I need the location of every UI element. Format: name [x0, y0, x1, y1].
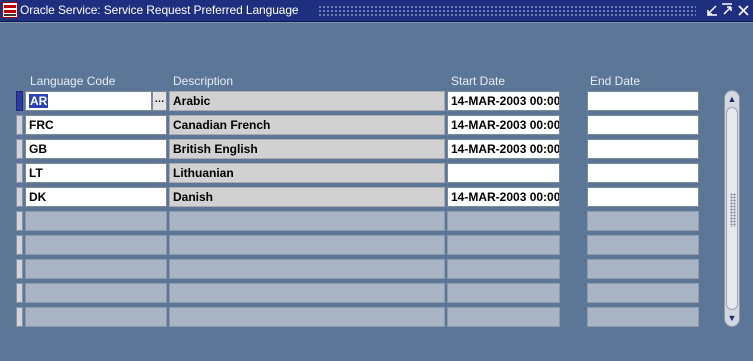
language-code-field-empty[interactable]	[25, 211, 167, 231]
start-date-field-empty[interactable]	[447, 283, 560, 303]
row-indicator[interactable]	[16, 187, 23, 207]
start-date-field-empty[interactable]	[447, 307, 560, 327]
language-code-field-empty[interactable]	[25, 259, 167, 279]
language-code-field-empty[interactable]	[25, 235, 167, 255]
header-end-date: End Date	[590, 74, 641, 88]
end-date-field-empty[interactable]	[587, 307, 699, 327]
row-indicator[interactable]	[16, 235, 23, 255]
titlebar-grip-pattern	[318, 5, 696, 16]
description-field[interactable]: British English	[169, 139, 445, 159]
start-date-field-empty[interactable]	[447, 259, 560, 279]
minimize-icon[interactable]	[706, 3, 719, 17]
row-indicator[interactable]	[16, 307, 23, 327]
row-indicator[interactable]	[16, 259, 23, 279]
description-field-empty[interactable]	[169, 307, 445, 327]
end-date-field[interactable]	[587, 139, 699, 159]
start-date-field[interactable]: 14-MAR-2003 00:00	[447, 91, 560, 111]
start-date-field[interactable]: 14-MAR-2003 00:00	[447, 187, 560, 207]
end-date-field[interactable]	[587, 163, 699, 183]
description-field[interactable]: Arabic	[169, 91, 445, 111]
description-field[interactable]: Canadian French	[169, 115, 445, 135]
start-date-field-empty[interactable]	[447, 211, 560, 231]
row-indicator[interactable]	[16, 139, 23, 159]
header-start-date: Start Date	[451, 74, 506, 88]
description-field-empty[interactable]	[169, 235, 445, 255]
row-indicator[interactable]	[16, 115, 23, 135]
close-icon[interactable]	[737, 3, 750, 17]
language-code-field[interactable]: LT	[25, 163, 167, 183]
scroll-down-icon[interactable]: ▼	[725, 311, 739, 325]
oracle-app-icon	[2, 2, 18, 18]
start-date-field-empty[interactable]	[447, 235, 560, 255]
start-date-field[interactable]	[447, 163, 560, 183]
end-date-field[interactable]	[587, 187, 699, 207]
window-title: Oracle Service: Service Request Preferre…	[20, 3, 299, 17]
row-indicator[interactable]	[16, 283, 23, 303]
row-indicator[interactable]	[16, 211, 23, 231]
end-date-field-empty[interactable]	[587, 283, 699, 303]
window-titlebar[interactable]: Oracle Service: Service Request Preferre…	[0, 0, 753, 22]
end-date-field-empty[interactable]	[587, 259, 699, 279]
maximize-icon[interactable]	[721, 3, 734, 17]
scroll-up-icon[interactable]: ▲	[725, 92, 739, 106]
description-field[interactable]: Lithuanian	[169, 163, 445, 183]
end-date-field-empty[interactable]	[587, 211, 699, 231]
language-code-field[interactable]: AR	[25, 91, 152, 111]
description-field[interactable]: Danish	[169, 187, 445, 207]
end-date-field[interactable]	[587, 91, 699, 111]
end-date-field-empty[interactable]	[587, 235, 699, 255]
language-code-value: AR	[29, 94, 49, 108]
language-code-field-empty[interactable]	[25, 283, 167, 303]
description-field-empty[interactable]	[169, 211, 445, 231]
description-field-empty[interactable]	[169, 283, 445, 303]
header-language-code: Language Code	[30, 74, 116, 88]
description-field-empty[interactable]	[169, 259, 445, 279]
start-date-field[interactable]: 14-MAR-2003 00:00	[447, 139, 560, 159]
vertical-scrollbar[interactable]: ▲ ▼	[724, 90, 740, 327]
language-code-field[interactable]: DK	[25, 187, 167, 207]
scrollbar-thumb[interactable]	[726, 107, 738, 310]
lov-button[interactable]: …	[152, 91, 167, 111]
start-date-field[interactable]: 14-MAR-2003 00:00	[447, 115, 560, 135]
language-code-field[interactable]: GB	[25, 139, 167, 159]
row-indicator[interactable]	[16, 163, 23, 183]
language-code-field-empty[interactable]	[25, 307, 167, 327]
end-date-field[interactable]	[587, 115, 699, 135]
language-code-field[interactable]: FRC	[25, 115, 167, 135]
row-indicator-current[interactable]	[16, 91, 23, 111]
scrollbar-grip-icon	[730, 193, 736, 227]
header-description: Description	[173, 74, 234, 88]
